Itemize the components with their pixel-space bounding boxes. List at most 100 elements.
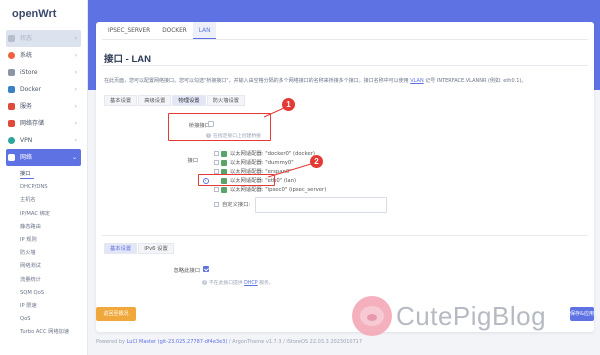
ignore-interface-checkbox[interactable] [203,266,209,272]
footer-text: / ArgonTheme v1.7.3 / iStoreOS 22.03.3 2… [228,339,363,345]
sidebar-item-status[interactable]: 状态 › [6,30,81,47]
tab-basic-settings[interactable]: 基本设置 [104,95,138,106]
chevron-right-icon: › [74,52,77,59]
ignore-interface-label: 忽略此接口 [173,268,201,274]
luci-link[interactable]: LuCI Master (git-23.025.27787-df4e3e3) [127,339,228,345]
watermark: CutePigBlog [352,296,546,336]
sidebar-item-istore[interactable]: iStore › [6,64,81,81]
gear-icon [8,52,15,59]
pig-logo-icon [352,296,392,336]
store-icon [8,69,15,76]
interface-option-label: 以太网适配器: "dummy0" [230,160,294,166]
interface-checkbox[interactable] [214,187,219,192]
sidebar-item-label: 服务 [20,103,33,110]
sidebar-item-system[interactable]: 系统 › [6,47,81,64]
sidebar-item-network[interactable]: 网络 ⌄ [6,149,81,166]
sidebar-item-label: 系统 [20,52,33,59]
submenu-item-ip-rules[interactable]: IP 规则 [0,234,87,247]
interface-checkbox[interactable] [214,151,219,156]
sidebar: openWrt 状态 › 系统 › iStore › Docker › 服务 › [0,0,88,355]
chevron-right-icon: › [74,120,77,127]
tab-lan[interactable]: LAN [192,22,217,39]
submenu-item-static-routes[interactable]: 静态路由 [0,221,87,234]
interface-checkbox[interactable] [214,202,219,207]
ethernet-icon [221,151,227,157]
network-submenu: 接口 DHCP/DNS 主机名 IP/MAC 绑定 静态路由 IP 规则 防火墙… [0,168,87,339]
service-icon [8,103,15,110]
bridge-highlight-box [168,113,271,141]
chevron-right-icon: › [74,69,77,76]
save-apply-button[interactable]: 保存&应用 [570,307,594,321]
chevron-down-icon: ⌄ [71,154,77,161]
storage-icon [8,120,15,127]
hint-text: 服务。 [259,281,274,286]
footer-text: Powered by [96,339,125,345]
help-icon: ? [202,280,207,285]
status-icon [8,35,15,42]
sidebar-item-services[interactable]: 服务 › [6,98,81,115]
chevron-right-icon: › [74,35,77,42]
tab-advanced-settings[interactable]: 高级设置 [138,95,172,106]
ethernet-icon [221,187,227,193]
divider [102,235,588,236]
tab-dhcp-basic[interactable]: 基本设置 [104,243,138,254]
footer: Powered by LuCI Master (git-23.025.27787… [96,339,594,345]
watermark-text: CutePigBlog [396,300,547,331]
sidebar-item-label: 网络 [20,154,33,161]
sidebar-item-label: Docker [20,86,42,93]
custom-interface-label: 自定义接口: [222,202,251,208]
interface-tabs: IPSEC_SERVER DOCKER LAN [102,22,588,40]
sidebar-item-label: VPN [20,137,33,144]
callout-badge-1: 1 [282,98,295,111]
sidebar-item-label: 网络存储 [20,120,45,127]
interface-option-label: 以太网适配器: "docker0" (docker) [230,151,315,157]
description-text: 记号 INTERFACE.VLANNR (例如: eth0.1)。 [425,78,527,84]
submenu-item-diagnostics[interactable]: 网络测试 [0,260,87,273]
hint-text: 不在此接口提供 [209,281,243,286]
sidebar-item-docker[interactable]: Docker › [6,81,81,98]
sidebar-item-vpn[interactable]: VPN › [6,132,81,149]
ethernet-icon [221,160,227,166]
tab-physical-settings[interactable]: 物理设置 [172,95,206,106]
description-text: 在此页面，您可以配置网络接口。您可以勾选"桥接接口"，并输入由空格分隔的多个网络… [104,78,409,84]
submenu-item-ip-limit[interactable]: IP 限速 [0,300,87,313]
chevron-right-icon: › [74,86,77,93]
submenu-item-ipmac[interactable]: IP/MAC 绑定 [0,208,87,221]
main-card: IPSEC_SERVER DOCKER LAN 接口 - LAN 在此页面，您可… [96,22,594,332]
chevron-right-icon: › [74,103,77,110]
vpn-icon [8,137,15,144]
submenu-item-interfaces[interactable]: 接口 [0,168,87,181]
submenu-item-turbo-acc[interactable]: Turbo ACC 网络加速 [0,326,87,339]
sidebar-item-label: 状态 [20,35,33,42]
back-to-overview-button[interactable]: 返回至概况 [96,307,136,321]
vlan-link[interactable]: VLAN [410,78,423,84]
callout-badge-2: 2 [310,155,323,168]
sidebar-menu: 状态 › 系统 › iStore › Docker › 服务 › 网络存储 › [0,30,87,166]
tab-ipv6-settings[interactable]: IPv6 设置 [138,243,174,254]
ignore-interface-hint: ? 不在此接口提供 DHCP 服务。 [202,279,274,286]
submenu-item-sqm[interactable]: SQM QoS [0,287,87,300]
interface-option-label: 以太网适配器: "ipsec0" (ipsec_server) [230,187,327,193]
dhcp-tabs: 基本设置 IPv6 设置 [104,243,175,254]
interface-checkbox[interactable] [214,160,219,165]
brand-logo: openWrt [12,8,57,20]
tab-ipsec-server[interactable]: IPSEC_SERVER [102,22,156,39]
custom-interface-input[interactable] [255,197,387,213]
page-description: 在此页面，您可以配置网络接口。您可以勾选"桥接接口"，并输入由空格分隔的多个网络… [104,77,584,84]
submenu-item-dhcp[interactable]: DHCP/DNS [0,181,87,194]
submenu-item-traffic[interactable]: 流量统计 [0,274,87,287]
chevron-right-icon: › [74,137,77,144]
docker-icon [8,86,15,93]
dhcp-link[interactable]: DHCP [244,281,258,286]
submenu-item-firewall[interactable]: 防火墙 [0,247,87,260]
tab-firewall-settings[interactable]: 防火墙设置 [206,95,246,106]
settings-tabs: 基本设置 高级设置 物理设置 防火墙设置 [104,95,246,106]
submenu-item-qos[interactable]: QoS [0,313,87,326]
tab-docker[interactable]: DOCKER [156,22,193,39]
sidebar-item-nas[interactable]: 网络存储 › [6,115,81,132]
lan-highlight-box [198,174,275,186]
submenu-item-hostnames[interactable]: 主机名 [0,194,87,207]
divider [102,65,588,66]
interface-label: 接口 [187,158,198,164]
page-title: 接口 - LAN [104,54,151,65]
